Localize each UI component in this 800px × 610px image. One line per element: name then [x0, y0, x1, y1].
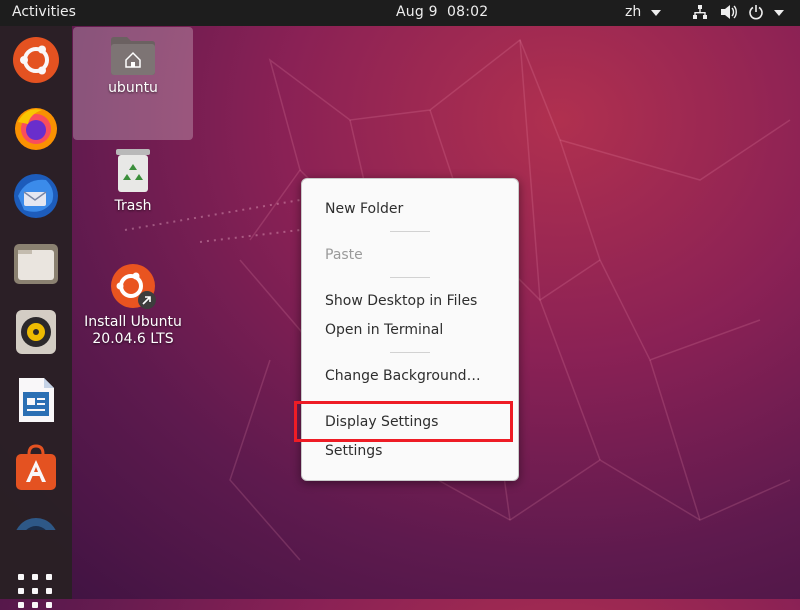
activities-button[interactable]: Activities [12, 4, 76, 20]
desktop-icon-label-line2: 20.04.6 LTS [92, 331, 174, 347]
annotation-highlight-box [294, 401, 513, 442]
rhythmbox-icon[interactable] [12, 308, 60, 356]
ubuntu-icon[interactable] [12, 36, 60, 84]
power-icon[interactable] [748, 4, 764, 24]
clock-date: Aug 9 [396, 4, 438, 20]
menu-separator [390, 352, 430, 353]
menu-separator [390, 277, 430, 278]
libreoffice-writer-icon[interactable] [12, 376, 60, 424]
trash-icon [116, 149, 150, 192]
volume-icon[interactable] [720, 4, 738, 24]
input-method-indicator[interactable]: zh [625, 4, 641, 20]
clock-time: 08:02 [447, 4, 489, 20]
menu-separator [390, 231, 430, 232]
clock[interactable]: Aug 9 08:02 [396, 4, 488, 20]
home-folder-icon [111, 37, 155, 75]
install-ubuntu-desktop-icon[interactable]: Install Ubuntu 20.04.6 LTS [78, 262, 188, 348]
home-folder-desktop-icon[interactable]: ubuntu [73, 27, 193, 140]
show-applications-icon[interactable] [18, 574, 54, 610]
top-bar: Activities Aug 9 08:02 zh [0, 0, 800, 26]
network-icon[interactable] [692, 4, 708, 24]
thunderbird-icon[interactable] [12, 172, 60, 220]
menu-item-change-background[interactable]: Change Background… [325, 368, 481, 384]
install-ubuntu-icon [111, 264, 156, 309]
menu-item-new-folder[interactable]: New Folder [325, 201, 403, 217]
software-center-icon[interactable] [12, 444, 60, 492]
menu-item-show-desktop-in-files[interactable]: Show Desktop in Files [325, 293, 477, 309]
files-icon[interactable] [12, 240, 60, 288]
input-method-label: zh [625, 4, 642, 20]
trash-desktop-icon[interactable]: Trash [93, 146, 173, 215]
chevron-down-icon [774, 10, 784, 16]
firefox-icon[interactable] [12, 104, 60, 152]
help-icon[interactable] [12, 516, 60, 530]
dock [0, 26, 72, 608]
menu-item-paste: Paste [325, 247, 363, 263]
menu-item-open-in-terminal[interactable]: Open in Terminal [325, 322, 443, 338]
desktop-icon-label: ubuntu [108, 80, 158, 96]
desktop-icon-label-line1: Install Ubuntu [84, 314, 182, 330]
desktop-icon-label: Trash [114, 198, 152, 214]
chevron-down-icon [651, 10, 661, 16]
menu-item-settings[interactable]: Settings [325, 443, 382, 459]
